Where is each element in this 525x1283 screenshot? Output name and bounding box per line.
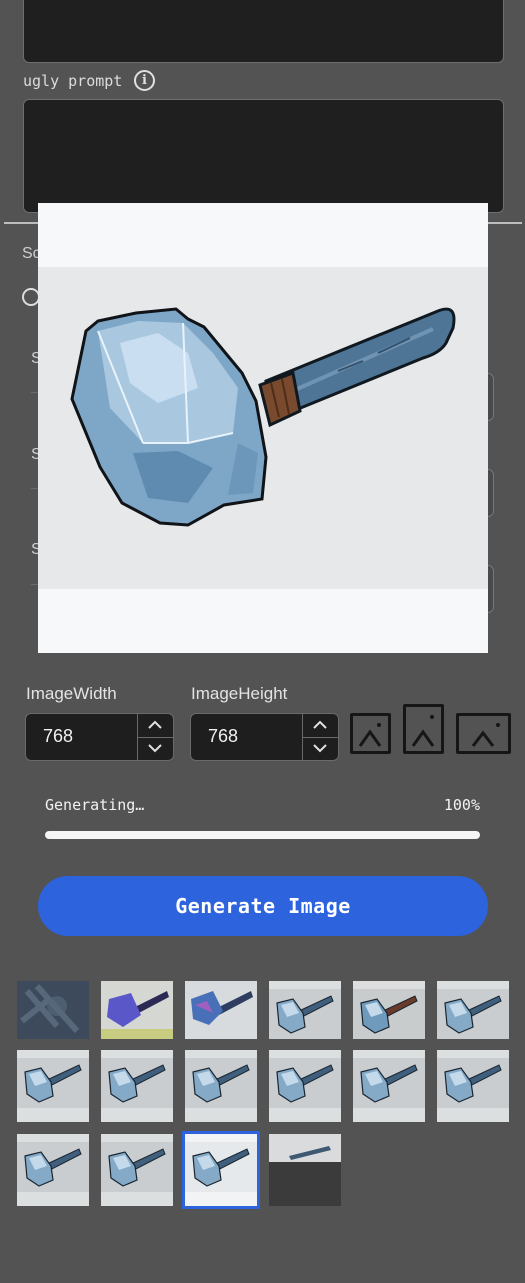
- gallery-thumbnail[interactable]: [17, 1050, 89, 1122]
- image-height-input[interactable]: 768: [190, 713, 339, 761]
- gallery-thumbnail[interactable]: [101, 981, 173, 1039]
- gallery-thumbnail[interactable]: [437, 981, 509, 1039]
- ugly-prompt-label: ugly prompt: [23, 72, 123, 90]
- gallery-thumbnail[interactable]: [185, 1050, 257, 1122]
- square-image-icon[interactable]: [350, 713, 391, 754]
- hammer-handle: [258, 307, 456, 428]
- image-width-input[interactable]: 768: [25, 713, 174, 761]
- image-width-value: 768: [43, 726, 74, 746]
- gallery-thumbnail[interactable]: [353, 981, 425, 1039]
- height-decrement-button[interactable]: [303, 737, 338, 760]
- height-increment-button[interactable]: [303, 714, 338, 738]
- gallery-thumbnail[interactable]: [17, 1134, 89, 1206]
- chevron-up-icon: [313, 720, 327, 729]
- progress-bar-fill: [45, 831, 480, 839]
- image-height-label: ImageHeight: [191, 684, 288, 703]
- gallery-thumbnail[interactable]: [437, 1050, 509, 1122]
- image-height-value: 768: [208, 726, 239, 746]
- gallery-thumbnail[interactable]: [101, 1134, 173, 1206]
- landscape-aspect-glyph: [471, 723, 500, 747]
- info-icon[interactable]: i: [134, 70, 155, 91]
- gallery-thumbnail[interactable]: [353, 1050, 425, 1122]
- gallery-thumbnail[interactable]: [269, 1134, 341, 1206]
- chevron-down-icon: [148, 744, 162, 753]
- width-increment-button[interactable]: [138, 714, 173, 738]
- gallery-thumbnail[interactable]: [269, 1050, 341, 1122]
- progress-bar: [45, 831, 480, 839]
- gallery-thumbnail[interactable]: [17, 981, 89, 1039]
- prompt-textarea[interactable]: [23, 0, 504, 63]
- ugly-prompt-textarea[interactable]: [23, 99, 504, 213]
- gallery-thumbnail[interactable]: [185, 981, 257, 1039]
- width-decrement-button[interactable]: [138, 737, 173, 760]
- progress-percent: 100%: [443, 796, 480, 814]
- width-stepper: [137, 714, 173, 760]
- portrait-aspect-glyph: [411, 715, 435, 747]
- progress-label: Generating…: [45, 796, 145, 814]
- chevron-up-icon: [148, 720, 162, 729]
- chevron-down-icon: [313, 744, 327, 753]
- gallery-thumbnail[interactable]: [269, 981, 341, 1039]
- generate-image-button[interactable]: Generate Image: [38, 876, 488, 936]
- portrait-image-icon[interactable]: [403, 704, 444, 754]
- hammer-ice-head: [70, 307, 268, 527]
- gallery-thumbnail[interactable]: [101, 1050, 173, 1122]
- landscape-image-icon[interactable]: [456, 713, 511, 754]
- height-stepper: [302, 714, 338, 760]
- gallery-thumbnail[interactable]: [182, 1131, 260, 1209]
- square-aspect-glyph: [358, 723, 382, 747]
- ice-hammer-illustration: [70, 307, 456, 527]
- generated-image-preview[interactable]: [38, 203, 488, 653]
- image-width-label: ImageWidth: [26, 684, 117, 703]
